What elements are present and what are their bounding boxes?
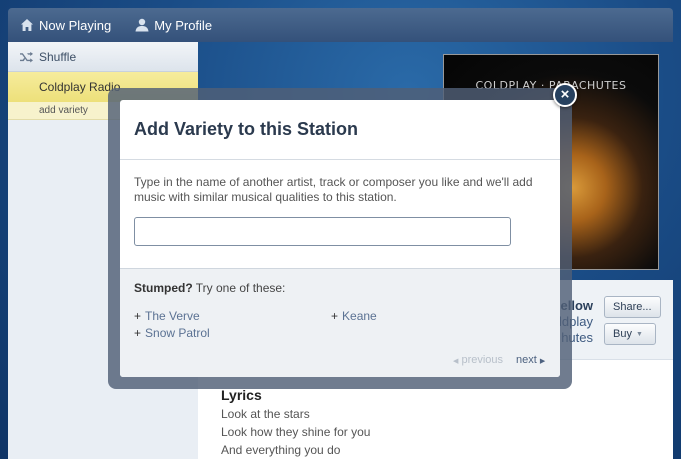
lyric-line: Look how they shine for you <box>221 425 371 439</box>
shuffle-icon <box>20 51 33 63</box>
nav-now-playing-label: Now Playing <box>39 17 112 33</box>
suggestions-panel: Stumped? Try one of these: + The Verve + K… <box>120 269 560 377</box>
chevron-right-icon: ▶ <box>539 358 546 365</box>
share-button-label: Share... <box>613 301 652 313</box>
stumped-bold: Stumped? <box>134 281 193 295</box>
lyric-line: Look at the stars <box>221 407 310 421</box>
add-variety-label: add variety <box>39 105 88 116</box>
previous-label: previous <box>461 354 504 366</box>
top-nav-bar: Now Playing My Profile <box>8 8 673 42</box>
next-label: next <box>516 354 537 366</box>
lyrics-heading: Lyrics <box>221 387 262 403</box>
plus-icon: + <box>134 309 142 323</box>
plus-icon: + <box>331 309 339 323</box>
stumped-label: Stumped? Try one of these: <box>134 281 285 295</box>
next-page-link[interactable]: next ▶ <box>516 354 545 366</box>
buy-button-label: Buy <box>613 328 632 340</box>
dialog-header: Add Variety to this Station <box>120 100 560 160</box>
dialog-body: Type in the name of another artist, trac… <box>120 160 560 269</box>
chevron-left-icon: ◀ <box>453 358 459 365</box>
suggestion-label: The Verve <box>145 309 200 323</box>
shuffle-button[interactable]: Shuffle <box>8 42 198 72</box>
suggestion-keane[interactable]: + Keane <box>331 309 377 323</box>
plus-icon: + <box>134 326 142 340</box>
share-button[interactable]: Share... <box>604 296 661 318</box>
dialog-title: Add Variety to this Station <box>134 119 359 139</box>
suggestion-the-verve[interactable]: + The Verve <box>134 309 200 323</box>
variety-search-input[interactable] <box>134 217 511 246</box>
dialog-description: Type in the name of another artist, trac… <box>134 175 533 204</box>
close-dialog-button[interactable]: × <box>553 83 577 107</box>
suggestion-snow-patrol[interactable]: + Snow Patrol <box>134 326 210 340</box>
add-variety-dialog: Add Variety to this Station Type in the … <box>120 100 560 377</box>
nav-now-playing[interactable]: Now Playing <box>8 8 123 42</box>
suggestion-label: Keane <box>342 309 377 323</box>
close-icon: × <box>560 86 570 103</box>
buy-button[interactable]: Buy ▼ <box>604 323 656 345</box>
lyric-line: And everything you do <box>221 443 341 457</box>
shuffle-label: Shuffle <box>39 49 77 64</box>
user-icon <box>135 18 149 32</box>
nav-my-profile-label: My Profile <box>154 17 213 33</box>
previous-page-link: ◀ previous <box>453 354 503 366</box>
suggestion-label: Snow Patrol <box>145 326 210 340</box>
stumped-rest: Try one of these: <box>192 281 286 295</box>
home-icon <box>21 19 33 31</box>
chevron-down-icon: ▼ <box>635 330 643 338</box>
nav-my-profile[interactable]: My Profile <box>123 8 224 42</box>
